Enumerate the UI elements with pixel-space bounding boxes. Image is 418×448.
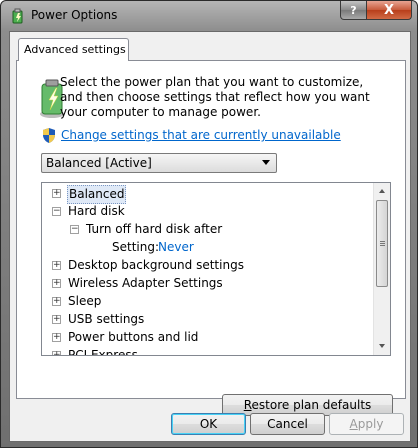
settings-tree[interactable]: + Balanced − Hard disk − Turn off hard d… xyxy=(41,182,391,356)
expand-icon[interactable]: + xyxy=(52,351,61,355)
cancel-button[interactable]: Cancel xyxy=(250,413,325,435)
setting-value[interactable]: Never xyxy=(158,239,194,256)
setting-label: Setting: xyxy=(112,240,160,254)
close-button[interactable]: X xyxy=(366,1,412,20)
power-plan-icon xyxy=(12,8,23,24)
restore-label: estore plan defaults xyxy=(251,398,372,412)
scroll-thumb[interactable] xyxy=(376,200,388,287)
power-options-window: Power Options ? X Advanced settings Sele… xyxy=(0,0,418,448)
apply-button[interactable]: Apply xyxy=(329,413,404,435)
grip-line xyxy=(380,241,385,242)
expand-icon[interactable]: + xyxy=(52,333,61,342)
arrow-up-icon xyxy=(379,189,385,193)
title-bar[interactable]: Power Options ? X xyxy=(1,1,417,31)
tree-item-label: Sleep xyxy=(68,294,102,308)
expand-icon[interactable]: + xyxy=(52,297,61,306)
advanced-settings-panel: Select the power plan that you want to c… xyxy=(16,60,406,416)
intro-text: Select the power plan that you want to c… xyxy=(60,75,370,119)
scroll-down-button[interactable] xyxy=(374,338,390,355)
tab-advanced-settings[interactable]: Advanced settings xyxy=(18,38,129,61)
window-title: Power Options xyxy=(31,8,118,22)
collapse-icon[interactable]: − xyxy=(52,207,61,216)
tree-item-label: Balanced xyxy=(67,185,127,204)
tree-item-label: PCI Express xyxy=(68,348,138,356)
close-icon: X xyxy=(383,2,395,18)
change-settings-link[interactable]: Change settings that are currently unava… xyxy=(61,128,341,142)
grip-line xyxy=(380,243,385,244)
plan-dropdown-value: Balanced [Active] xyxy=(46,156,152,170)
tree-item-label: Turn off hard disk after xyxy=(86,222,223,236)
ok-button[interactable]: OK xyxy=(171,413,246,435)
expand-icon[interactable]: + xyxy=(52,315,61,324)
tree-scrollbar[interactable] xyxy=(373,183,390,355)
help-icon: ? xyxy=(350,3,357,17)
tree-item-label: Power buttons and lid xyxy=(68,330,199,344)
expand-icon[interactable]: + xyxy=(52,189,61,198)
plan-dropdown[interactable]: Balanced [Active] xyxy=(41,153,277,173)
restore-mnemonic: R xyxy=(243,398,252,412)
arrow-down-icon xyxy=(379,344,385,348)
expand-icon[interactable]: + xyxy=(52,261,61,270)
tree-item-label: Desktop background settings xyxy=(68,258,244,272)
tree-item-label: USB settings xyxy=(68,312,145,326)
grip-line xyxy=(380,245,385,246)
uac-shield-icon xyxy=(43,128,55,143)
chevron-down-icon xyxy=(262,160,270,165)
apply-label: pply xyxy=(357,417,384,431)
expand-icon[interactable]: + xyxy=(52,279,61,288)
dialog-client-area: Advanced settings Select the power plan … xyxy=(9,31,411,442)
scroll-up-button[interactable] xyxy=(374,183,390,200)
collapse-icon[interactable]: − xyxy=(70,225,79,234)
help-button[interactable]: ? xyxy=(340,1,367,20)
tree-item-label: Hard disk xyxy=(68,204,125,218)
apply-mnemonic: A xyxy=(349,417,358,431)
tree-item-label: Wireless Adapter Settings xyxy=(68,276,223,290)
